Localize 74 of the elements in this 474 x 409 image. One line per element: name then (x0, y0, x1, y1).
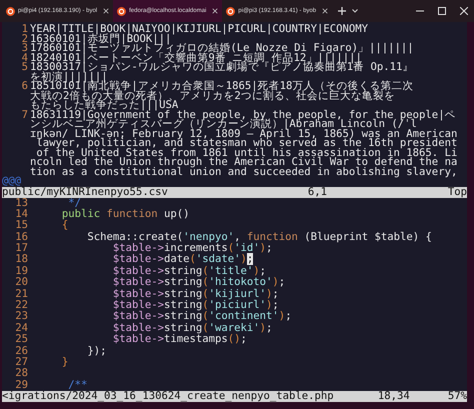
close-icon[interactable] (212, 8, 218, 14)
file-text: を初演||||||| (30, 72, 108, 82)
line-number: 17 (14, 243, 29, 254)
line-number: 5 (20, 63, 29, 72)
scroll-position: 57% (448, 391, 467, 402)
file-text: 18300317|ショパン-ワルシャワの国立劇場で『ピアノ協奏曲第1番 Op.11』 (30, 63, 414, 72)
overflow-marker: @@@ (2, 177, 22, 186)
terminal-icon (6, 6, 15, 16)
file-text: 16360101|赤坂門|BOOK||| (30, 34, 172, 44)
line-number: 22 (14, 300, 29, 312)
maximize-icon[interactable] (438, 7, 446, 15)
line-number: 1 (20, 25, 29, 34)
line-number: 18 (14, 254, 29, 266)
file-text: ンシルベニア州ゲティスバーグ（リンカーン演説）|Abraham Lincoln (/ˈl (30, 120, 417, 130)
text-cursor: ; (246, 253, 254, 266)
line-number: 28 (14, 368, 29, 380)
code-line: $table->string('kijiurl'); (112, 288, 279, 300)
close-icon[interactable] (322, 8, 328, 14)
line-number: 23 (14, 311, 29, 323)
line-number: 27 (14, 356, 29, 368)
code-line: /** (68, 380, 88, 391)
file-text: 18510101|南北戦争|アメリカ合衆国～1865|死者18万人（その後くる第二次 (30, 82, 414, 92)
file-text: lawyer, politician, and statesman who served as the 16th president (36, 139, 458, 148)
file-text: ncoln led the Union through the American Civil War to defend the na (30, 158, 458, 168)
line-number: 24 (14, 322, 29, 334)
cursor-position: 6,1 (308, 186, 328, 198)
file-text: tion as a constitutional union and succeeded in abolishing slavery, (30, 168, 458, 177)
close-icon[interactable] (103, 8, 110, 14)
file-text: YEAR|TITLE|BOOK|NAIYOO|KIJIURL|PICURL|COUNTRY|ECONOMY (30, 25, 368, 34)
file-text: 17860101|モーツァルトフィガロの結婚(Le Nozze Di Figaro)」||||||| (30, 44, 414, 54)
code-line: } (60, 356, 68, 368)
code-line: public function up() (60, 208, 190, 220)
code-line: $table->string('piciurl'); (112, 300, 279, 312)
code-line: $table->timestamps(); (112, 334, 247, 346)
scroll-position: Top (448, 186, 467, 198)
close-icon[interactable] (460, 7, 468, 15)
line-number: 14 (14, 208, 29, 220)
line-number: 26 (14, 346, 29, 357)
code-line: $table->string('hitokoto'); (112, 277, 286, 288)
file-text: 18631119|Government of the people, by the people, for the people|ペ (30, 110, 456, 120)
code-line: */ (68, 198, 82, 208)
file-text: of the United States from 1861 until his assassination in 1865. Li (36, 148, 458, 158)
code-line: $table->string('wareki'); (112, 322, 272, 334)
line-number: 25 (14, 334, 29, 346)
line-number: 16 (14, 232, 29, 243)
code-line: $table->date('sdate'); (112, 254, 254, 266)
terminal-icon (117, 6, 126, 16)
line-number: 2 (20, 34, 29, 44)
terminal-icon (226, 6, 236, 16)
line-number: 19 (14, 266, 29, 277)
file-text: 大戦の2倍もの大量の死者）、アメリカを2つに割る、社会に巨大な亀裂を (30, 92, 395, 101)
file-text: ɪŋkən/ LINK-ən; February 12, 1809 – April 15, 1865) was an American (30, 130, 458, 139)
line-number: 20 (14, 277, 29, 289)
file-name: public/myKINRInenpyo55.csv (2, 186, 169, 198)
file-text: もたらした戦争だった|||USA (30, 101, 178, 110)
code-line: }); (86, 346, 107, 357)
file-name: <igrations/2024_03_16_130624_create_nenpyo_table.php (2, 391, 335, 402)
plus-icon[interactable] (338, 7, 346, 15)
line-number: 15 (14, 220, 29, 232)
line-number: 29 (15, 380, 28, 391)
line-number: 4 (20, 54, 29, 63)
code-line: $table->string('title'); (112, 266, 266, 277)
code-line: Schema::create('nenpyo', function (Blueprint $table) { (86, 232, 432, 243)
minimize-icon[interactable] (416, 10, 424, 12)
cursor-position: 18,34 (378, 391, 411, 402)
code-line: { (60, 220, 68, 232)
line-number: 3 (20, 44, 29, 54)
chevron-down-icon[interactable] (352, 9, 358, 13)
line-number: 6 (20, 82, 29, 92)
code-line: $table->increments('id'); (112, 243, 272, 254)
line-number: 21 (14, 288, 29, 300)
line-number: 7 (20, 110, 29, 120)
code-line: $table->string('continent'); (112, 311, 292, 322)
line-number: 13 (15, 198, 28, 209)
